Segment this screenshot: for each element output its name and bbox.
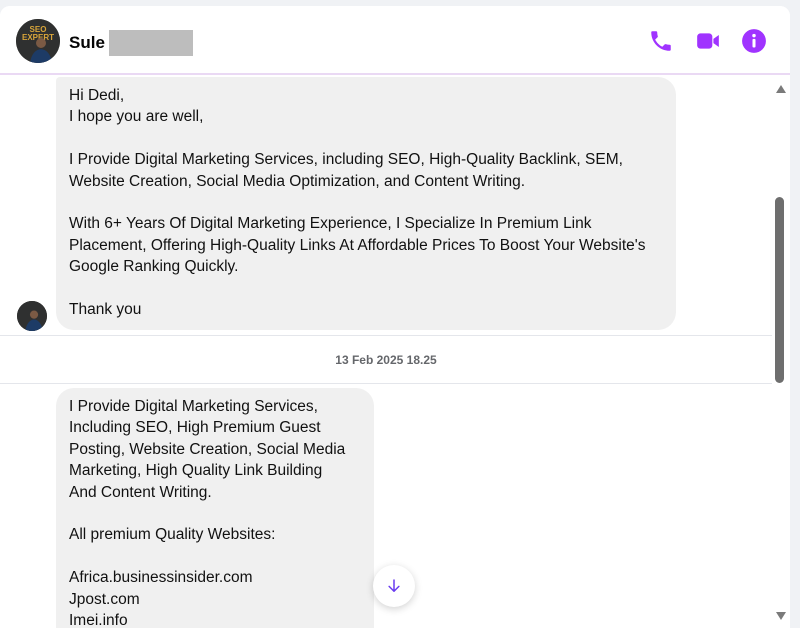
scroll-to-bottom-button[interactable] <box>373 565 415 607</box>
sender-avatar[interactable] <box>17 301 47 331</box>
message-list[interactable]: Hi Dedi, I hope you are well, I Provide … <box>0 77 772 628</box>
arrow-down-icon <box>388 579 400 592</box>
scroll-down-arrow-icon[interactable] <box>774 610 788 622</box>
scroll-up-arrow-icon[interactable] <box>774 83 788 95</box>
scrollbar-thumb[interactable] <box>775 197 784 383</box>
avatar-image: SEO EXPERT <box>16 19 60 63</box>
contact-name[interactable]: Sule <box>69 33 105 53</box>
message-bubble[interactable]: I Provide Digital Marketing Services, In… <box>56 388 374 628</box>
name-redaction <box>108 30 193 56</box>
contact-avatar[interactable]: SEO EXPERT <box>16 19 60 63</box>
message-timestamp: 13 Feb 2025 18.25 <box>335 353 437 367</box>
video-call-button[interactable] <box>695 28 721 54</box>
contact-name-row[interactable]: Sule <box>69 30 193 56</box>
divider <box>0 335 772 336</box>
avatar-image <box>17 301 47 331</box>
video-camera-icon <box>697 33 719 49</box>
chat-header: SEO EXPERT Sule <box>0 6 790 75</box>
divider <box>0 383 772 384</box>
chat-window: SEO EXPERT Sule Hi Dedi, I hope you are … <box>0 6 790 628</box>
phone-icon <box>651 31 671 51</box>
call-button[interactable] <box>648 28 674 54</box>
scrollbar[interactable] <box>772 77 790 628</box>
conversation-info-button[interactable] <box>741 28 767 54</box>
message-bubble[interactable]: Hi Dedi, I hope you are well, I Provide … <box>56 77 676 330</box>
info-icon <box>742 29 766 53</box>
